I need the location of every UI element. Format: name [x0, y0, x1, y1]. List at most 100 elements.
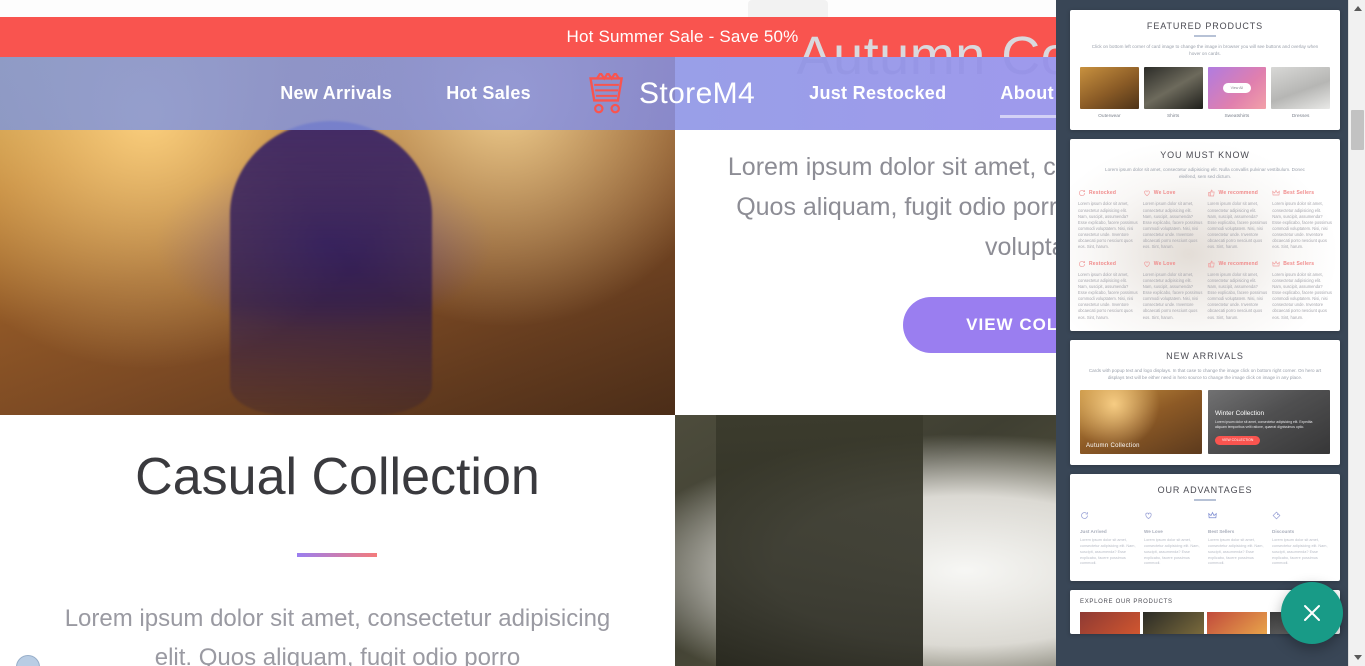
brand-name: StoreM4 — [638, 76, 756, 110]
nav-link-hot-sales[interactable]: Hot Sales — [446, 83, 531, 104]
feature-header: We Love — [1143, 260, 1203, 268]
feature-body: Lorem ipsum dolor sit amet, consectetur … — [1207, 271, 1268, 320]
section-card-you-must-know[interactable]: YOU MUST KNOW Lorem ipsum dolor sit amet… — [1070, 139, 1340, 331]
feature-title: Restocked — [1089, 190, 1117, 197]
you-must-know-row-2: Restocked Lorem ipsum dolor sit amet, co… — [1078, 251, 1332, 321]
product-thumbnail[interactable] — [1143, 67, 1203, 110]
product-card[interactable]: Dresses — [1271, 67, 1330, 119]
advantage-body: Lorem ipsum dolor sit amet, consectetur … — [1144, 537, 1200, 566]
advantage-title: Discounts — [1272, 528, 1295, 534]
heart-icon — [1144, 190, 1150, 197]
feature-header: We recommend — [1207, 260, 1268, 268]
advantage-title: We Love — [1144, 528, 1163, 534]
thumbs-up-icon — [1207, 260, 1215, 267]
casual-collection-paragraph: Lorem ipsum dolor sit amet, consectetur … — [64, 605, 611, 666]
product-caption: Dresses — [1291, 114, 1310, 120]
scrollbar-thumb[interactable] — [1351, 110, 1364, 150]
product-card[interactable]: Shirts — [1143, 67, 1203, 119]
you-must-know-subtext: Lorem ipsum dolor sit amet, consectetur … — [1105, 167, 1305, 180]
panel-scroll-area[interactable]: FEATURED PRODUCTS Click on bottom left c… — [1056, 0, 1348, 666]
app-root: Hot Summer Sale - Save 50% Autumn Collec… — [0, 0, 1365, 666]
close-panel-fab[interactable] — [1281, 582, 1343, 644]
feature-title: We recommend — [1218, 260, 1259, 267]
collection-card-label: Winter Collection — [1215, 409, 1265, 417]
product-caption: Outerwear — [1098, 114, 1121, 120]
new-arrivals-row: Autumn Collection Winter Collection Lore… — [1070, 381, 1340, 465]
feature-title: We recommend — [1218, 190, 1259, 197]
thumbs-up-icon — [1207, 189, 1215, 197]
tag-icon — [1272, 511, 1281, 520]
product-thumbnail[interactable]: View All — [1207, 67, 1267, 110]
feature-column: We recommend Lorem ipsum dolor sit amet,… — [1208, 189, 1268, 250]
collection-card-label: Autumn Collection — [1086, 442, 1140, 449]
refresh-icon — [1079, 190, 1086, 197]
vertical-scrollbar[interactable] — [1348, 0, 1365, 666]
product-caption: Sweatshirts — [1224, 114, 1250, 120]
close-icon — [1304, 605, 1320, 621]
new-arrivals-subtext: Cards with popup text and logo displays.… — [1088, 367, 1322, 380]
collection-card-text: Lorem ipsum dolor sit amet, consectetur … — [1215, 419, 1313, 430]
feature-body: Lorem ipsum dolor sit amet, consectetur … — [1078, 271, 1138, 320]
feature-column: Best Sellers Lorem ipsum dolor sit amet,… — [1272, 260, 1332, 321]
crown-icon — [1208, 511, 1217, 519]
advantage-title: Just Arrived — [1080, 528, 1107, 534]
advantage-body: Lorem ipsum dolor sit amet, consectetur … — [1272, 537, 1328, 566]
feature-body: Lorem ipsum dolor sit amet, consectetur … — [1078, 201, 1138, 250]
nav-link-just-restocked[interactable]: Just Restocked — [809, 83, 946, 104]
feature-body: Lorem ipsum dolor sit amet, consectetur … — [1207, 201, 1268, 250]
browser-tab-ghost[interactable] — [748, 0, 828, 17]
feature-column: Restocked Lorem ipsum dolor sit amet, co… — [1078, 260, 1138, 321]
view-all-badge[interactable]: View All — [1222, 83, 1252, 94]
heart-icon — [1145, 512, 1152, 519]
refresh-icon — [1081, 512, 1088, 519]
feature-title: We Love — [1153, 190, 1176, 197]
feature-body: Lorem ipsum dolor sit amet, consectetur … — [1142, 271, 1203, 320]
collection-card-autumn[interactable]: Autumn Collection — [1080, 389, 1202, 454]
explore-thumbnail[interactable] — [1080, 612, 1141, 635]
new-arrivals-heading: NEW ARRIVALS — [1166, 350, 1244, 361]
you-must-know-row-1: Restocked Lorem ipsum dolor sit amet, co… — [1078, 180, 1332, 250]
nav-link-new-arrivals[interactable]: New Arrivals — [280, 83, 392, 104]
featured-products-row: Outerwear Shirts View All Sweatshirts Dr… — [1070, 57, 1340, 130]
advantage-column: Discounts Lorem ipsum dolor sit amet, co… — [1272, 511, 1330, 567]
product-card[interactable]: Outerwear — [1080, 67, 1139, 119]
explore-thumbnail[interactable] — [1206, 612, 1267, 635]
brand-logo[interactable]: StoreM4 — [585, 72, 756, 115]
feature-body: Lorem ipsum dolor sit amet, consectetur … — [1272, 201, 1332, 250]
feature-header: Best Sellers — [1272, 260, 1332, 268]
feature-body: Lorem ipsum dolor sit amet, consectetur … — [1272, 271, 1332, 320]
caret-down-icon — [1353, 655, 1362, 660]
advantage-body: Lorem ipsum dolor sit amet, consectetur … — [1080, 537, 1136, 566]
feature-body: Lorem ipsum dolor sit amet, consectetur … — [1142, 201, 1203, 250]
feature-title: Restocked — [1089, 260, 1117, 267]
collection-card-winter[interactable]: Winter Collection Lorem ipsum dolor sit … — [1208, 389, 1330, 454]
heart-icon — [1144, 261, 1150, 267]
you-must-know-heading: YOU MUST KNOW — [1160, 150, 1250, 161]
section-card-our-advantages[interactable]: OUR ADVANTAGES Just Arrived Lorem ipsum … — [1070, 473, 1340, 582]
feature-column: We recommend Lorem ipsum dolor sit amet,… — [1208, 260, 1268, 321]
explore-thumbnail[interactable] — [1143, 612, 1204, 635]
crown-icon — [1272, 260, 1280, 266]
product-card[interactable]: View All Sweatshirts — [1207, 67, 1267, 120]
collection-card-button[interactable]: VIEW COLLECTION — [1215, 435, 1261, 445]
advantage-column: Best Sellers Lorem ipsum dolor sit amet,… — [1208, 511, 1266, 567]
section-card-new-arrivals[interactable]: NEW ARRIVALS Cards with popup text and l… — [1070, 339, 1340, 465]
scrollbar-down-button[interactable] — [1349, 649, 1365, 666]
advantage-column: Just Arrived Lorem ipsum dolor sit amet,… — [1080, 511, 1138, 567]
featured-products-subtext: Click on bottom left corner of card imag… — [1091, 44, 1319, 57]
feature-header: Restocked — [1078, 260, 1138, 268]
section-card-featured-products[interactable]: FEATURED PRODUCTS Click on bottom left c… — [1070, 10, 1340, 131]
casual-collection-block: Casual Collection Lorem ipsum dolor sit … — [0, 415, 675, 666]
crown-icon — [1272, 190, 1280, 196]
refresh-icon — [1079, 260, 1086, 267]
product-thumbnail[interactable] — [1271, 67, 1330, 110]
scrollbar-up-button[interactable] — [1349, 0, 1365, 17]
our-advantages-heading: OUR ADVANTAGES — [1157, 484, 1253, 495]
advantage-column: We Love Lorem ipsum dolor sit amet, cons… — [1144, 511, 1202, 567]
you-must-know-inner: YOU MUST KNOW Lorem ipsum dolor sit amet… — [1070, 139, 1340, 330]
feature-header: Restocked — [1078, 189, 1138, 197]
feature-column: We Love Lorem ipsum dolor sit amet, cons… — [1143, 260, 1203, 321]
product-thumbnail[interactable] — [1080, 67, 1139, 110]
advantages-row: Just Arrived Lorem ipsum dolor sit amet,… — [1070, 501, 1340, 581]
advantage-body: Lorem ipsum dolor sit amet, consectetur … — [1208, 537, 1264, 566]
